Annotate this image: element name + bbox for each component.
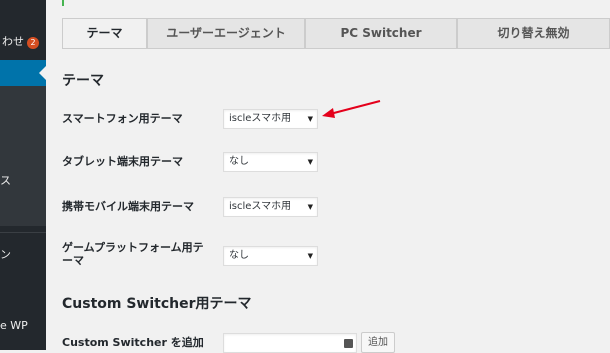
mobile-theme-label: 携帯モバイル端末用テーマ: [62, 200, 194, 213]
section-title-custom-switcher: Custom Switcher用テーマ: [62, 296, 252, 312]
custom-switcher-label: Custom Switcher を追加: [62, 336, 204, 349]
select-value: なし: [229, 250, 249, 261]
game-platform-theme-label: ゲームプラットフォーム用テーマ: [62, 241, 204, 267]
dropdown-caret-icon: ▼: [307, 158, 313, 166]
settings-tabs: テーマ ユーザーエージェント PC Switcher 切り替え無効: [62, 18, 610, 49]
dropdown-caret-icon: ▼: [307, 203, 313, 211]
sidebar-item-label: e WP: [0, 319, 28, 332]
sidebar-item-label: わせ: [2, 35, 24, 48]
sidebar-separator: [0, 232, 46, 233]
select-value: なし: [229, 156, 249, 167]
tab-disable-switch[interactable]: 切り替え無効: [457, 18, 610, 48]
annotation-arrow-icon: [322, 100, 381, 118]
tab-theme[interactable]: テーマ: [62, 18, 147, 49]
dropdown-caret-icon: ▼: [307, 252, 313, 260]
progress-line: [62, 0, 64, 6]
sidebar-item-label: ン: [0, 248, 11, 261]
sidebar-item-4[interactable]: e WP: [0, 319, 46, 332]
sidebar-item-3[interactable]: ン: [0, 246, 46, 262]
select-value: iscleスマホ用: [229, 201, 292, 212]
sidebar-item-label: ス: [0, 174, 11, 187]
select-value: iscleスマホ用: [229, 113, 292, 124]
tablet-theme-select[interactable]: なし ▼: [223, 152, 318, 172]
keyboard-icon: [344, 339, 353, 348]
sidebar-item-contact[interactable]: わせ 2: [2, 33, 46, 49]
mobile-theme-select[interactable]: iscleスマホ用 ▼: [223, 197, 318, 217]
tab-pc-switcher[interactable]: PC Switcher: [305, 18, 457, 48]
game-platform-theme-select[interactable]: なし ▼: [223, 246, 318, 266]
custom-switcher-input[interactable]: [223, 333, 357, 353]
smartphone-theme-select[interactable]: iscleスマホ用 ▼: [223, 109, 318, 129]
tab-user-agent[interactable]: ユーザーエージェント: [147, 18, 305, 48]
admin-sidebar: わせ 2 ス ン e WP: [0, 0, 46, 350]
sidebar-submenu: [0, 86, 46, 226]
smartphone-theme-label: スマートフォン用テーマ: [62, 112, 183, 125]
notification-badge: 2: [27, 37, 39, 49]
section-title-theme: テーマ: [62, 73, 104, 89]
sidebar-item-2[interactable]: ス: [0, 172, 46, 188]
active-menu-indicator: [39, 66, 46, 80]
dropdown-caret-icon: ▼: [307, 115, 313, 123]
tabs-underline: [62, 48, 610, 49]
tablet-theme-label: タブレット端末用テーマ: [62, 155, 183, 168]
